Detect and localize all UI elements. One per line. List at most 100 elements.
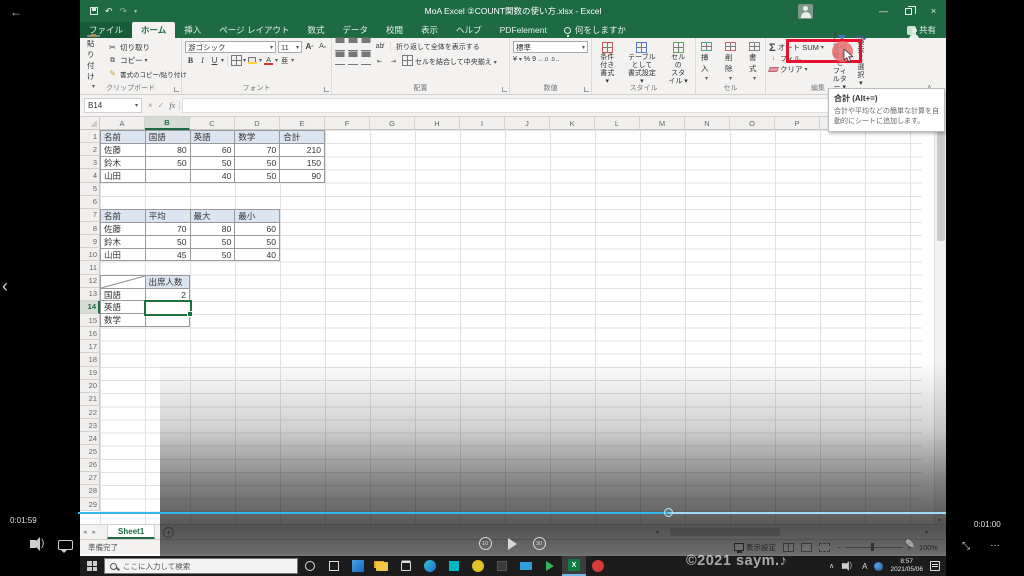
sheet-nav-right-icon[interactable]: ▸	[90, 528, 100, 536]
user-avatar[interactable]	[798, 3, 813, 19]
cell[interactable]: 50	[235, 235, 280, 249]
cell[interactable]: 50	[145, 235, 191, 249]
format-cells-button[interactable]: 書式 ▾	[745, 41, 764, 83]
increase-indent-button[interactable]: ⇥	[388, 56, 399, 67]
column-header-F[interactable]: F	[325, 117, 370, 130]
video-progress-track[interactable]	[78, 508, 946, 517]
restore-button[interactable]	[896, 0, 921, 22]
insert-cells-button[interactable]: 挿入 ▾	[697, 41, 716, 83]
currency-button[interactable]: ¥	[513, 56, 517, 63]
tray-expand-icon[interactable]: ∧	[829, 562, 834, 570]
menu-tab-2[interactable]: 挿入	[175, 22, 210, 38]
row-header-20[interactable]: 20	[80, 379, 100, 393]
cell[interactable]: 210	[280, 143, 325, 157]
recorder-app-button[interactable]	[586, 556, 610, 576]
taskbar-search-box[interactable]: ここに入力して検索	[104, 558, 298, 574]
row-header-24[interactable]: 24	[80, 432, 100, 446]
delete-cells-button[interactable]: 削除 ▾	[721, 41, 740, 83]
tray-volume-icon[interactable]	[841, 561, 855, 571]
tell-me-box[interactable]: 何をしますか	[556, 22, 634, 38]
ruby-button[interactable]: 亜	[279, 55, 290, 66]
increase-decimal-button[interactable]: ←.0	[538, 57, 548, 63]
bold-button[interactable]: B	[185, 55, 196, 66]
excel-taskbar-button[interactable]: X	[562, 556, 586, 576]
undo-button[interactable]: ↶	[105, 6, 113, 17]
column-header-N[interactable]: N	[685, 117, 730, 130]
row-header-28[interactable]: 28	[80, 484, 100, 498]
menu-tab-7[interactable]: 表示	[412, 22, 447, 38]
cell[interactable]: 国語	[145, 131, 191, 144]
cell[interactable]: 150	[280, 156, 325, 170]
cortana-button[interactable]	[298, 556, 322, 576]
forward-30-button[interactable]: 30	[532, 537, 546, 550]
select-all-corner[interactable]	[80, 117, 100, 130]
cell[interactable]: 最大	[190, 209, 236, 223]
font-color-button[interactable]: A	[263, 55, 274, 66]
cell[interactable]: 50	[190, 248, 236, 262]
save-icon[interactable]	[90, 7, 98, 15]
alignment-dialog-launcher[interactable]	[502, 87, 507, 92]
row-header-5[interactable]: 5	[80, 182, 100, 196]
menu-tab-9[interactable]: PDFelement	[491, 22, 556, 38]
insert-function-icon[interactable]: fx	[169, 101, 175, 110]
cell[interactable]: 60	[190, 143, 236, 157]
column-header-I[interactable]: I	[460, 117, 505, 130]
row-header-4[interactable]: 4	[80, 169, 100, 183]
pinned-dark-app-button[interactable]	[490, 556, 514, 576]
column-header-O[interactable]: O	[730, 117, 775, 130]
bottom-align-icon[interactable]	[361, 43, 371, 51]
cell[interactable]: 40	[235, 248, 280, 262]
redo-button[interactable]: ↷	[120, 6, 128, 17]
row-header-11[interactable]: 11	[80, 261, 100, 275]
column-header-B[interactable]: B	[145, 117, 190, 130]
row-header-16[interactable]: 16	[80, 327, 100, 341]
task-view-button[interactable]	[322, 556, 346, 576]
cell[interactable]: 60	[235, 222, 280, 236]
cell[interactable]: 40	[190, 169, 236, 183]
top-align-icon[interactable]	[335, 43, 345, 51]
cell-styles-button[interactable]: セルの スタイル ▾	[664, 41, 692, 87]
cells-area[interactable]: 名前 国語 英語 数学 合計 佐藤 80 60 70 210 鈴木 50 50 50 150 山田 40 50 90…	[100, 130, 922, 524]
photos-button[interactable]	[346, 556, 370, 576]
play-button[interactable]	[507, 537, 517, 550]
video-resize-icon[interactable]: ⤡	[962, 541, 970, 552]
menu-tab-5[interactable]: データ	[334, 22, 378, 38]
row-header-21[interactable]: 21	[80, 392, 100, 406]
column-header-G[interactable]: G	[370, 117, 415, 130]
decrease-indent-button[interactable]: ⇤	[374, 56, 385, 67]
formula-input[interactable]	[182, 98, 940, 113]
share-button[interactable]: 共有	[906, 22, 946, 40]
cut-button[interactable]: ✂ 切り取り	[107, 41, 187, 54]
cell[interactable]	[145, 169, 191, 183]
green-arrow-app-button[interactable]	[538, 556, 562, 576]
column-header-M[interactable]: M	[640, 117, 685, 130]
taskbar-clock[interactable]: 8:57 2021/05/06	[890, 558, 923, 574]
teal-app-button[interactable]	[442, 556, 466, 576]
row-header-13[interactable]: 13	[80, 287, 100, 301]
orientation-button[interactable]: ab̸	[374, 41, 385, 52]
align-center-icon[interactable]	[348, 57, 358, 65]
row-header-7[interactable]: 7	[80, 208, 100, 222]
hscroll-thumb[interactable]	[669, 528, 780, 536]
mail-button[interactable]	[514, 556, 538, 576]
video-more-button[interactable]: …	[990, 538, 1001, 549]
cell[interactable]: 数学	[235, 131, 281, 144]
cell[interactable]: 70	[145, 222, 191, 236]
column-header-H[interactable]: H	[415, 117, 460, 130]
menu-tab-4[interactable]: 数式	[298, 22, 333, 38]
minimize-button[interactable]: —	[871, 0, 896, 22]
qat-dropdown-icon[interactable]: ▾	[134, 8, 137, 15]
cancel-icon[interactable]: ×	[148, 101, 153, 110]
start-button[interactable]	[80, 556, 104, 576]
cell[interactable]: 50	[235, 156, 281, 170]
cell[interactable]: 名前	[101, 131, 146, 144]
cell[interactable]: 鈴木	[101, 235, 146, 249]
menu-tab-8[interactable]: ヘルプ	[447, 22, 491, 38]
store-button[interactable]	[394, 556, 418, 576]
conditional-formatting-button[interactable]: 条件付き 書式 ▾	[595, 41, 620, 87]
cell[interactable]: 国語	[101, 288, 146, 302]
sheet-nav-left-icon[interactable]: ◂	[80, 528, 90, 536]
cell[interactable]: 平均	[145, 209, 191, 223]
edge-button[interactable]	[418, 556, 442, 576]
row-header-1[interactable]: 1	[80, 130, 100, 144]
